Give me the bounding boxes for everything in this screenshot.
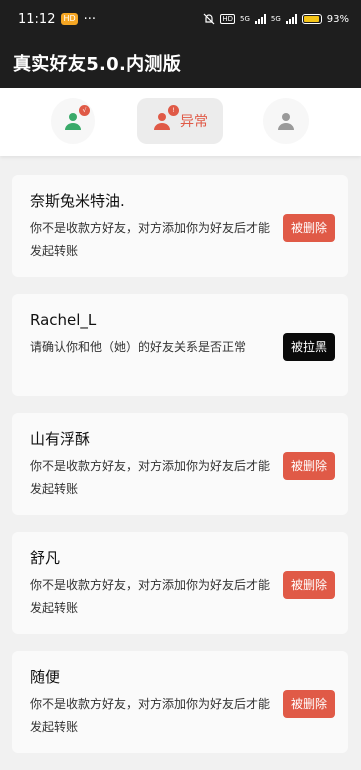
mute-bell-icon	[203, 13, 215, 25]
friend-message: 你不是收款方好友，对方添加你为好友后才能发起转账	[30, 578, 271, 615]
user-warning-icon: !	[152, 105, 179, 131]
tab-profile[interactable]	[263, 98, 309, 144]
tab-label: 异常	[180, 114, 208, 130]
more-notifications-icon: ···	[83, 11, 97, 27]
signal-label-1: 5G	[239, 15, 250, 23]
abnormal-friends-list: 奈斯兔米特油. 你不是收款方好友，对方添加你为好友后才能发起转账 被删除 Rac…	[12, 175, 348, 770]
status-deleted-button[interactable]: 被删除	[282, 214, 335, 242]
list-item: 舒凡 你不是收款方好友，对方添加你为好友后才能发起转账 被删除	[12, 532, 348, 634]
friend-name: 舒凡	[30, 549, 61, 567]
status-left: 11:12 HD ···	[18, 12, 96, 27]
status-deleted-button[interactable]: 被删除	[282, 452, 335, 480]
status-right: HD 5G 5G 93%	[203, 13, 349, 25]
hd-icon: HD	[220, 14, 235, 24]
battery-percent: 93%	[326, 13, 349, 25]
tab-friends[interactable]: √	[51, 98, 95, 144]
status-deleted-button[interactable]: 被删除	[282, 571, 335, 599]
friend-message: 你不是收款方好友，对方添加你为好友后才能发起转账	[30, 697, 271, 734]
status-deleted-button[interactable]: 被删除	[282, 690, 335, 718]
friend-message: 你不是收款方好友，对方添加你为好友后才能发起转账	[30, 459, 271, 496]
tab-bar: √ ! 异常	[0, 88, 361, 156]
notification-badge-icon: HD	[61, 13, 78, 25]
tab-badge: √	[79, 105, 90, 116]
friend-name: 山有浮酥	[30, 430, 91, 448]
tab-badge: !	[168, 105, 179, 116]
status-bar: 11:12 HD ··· HD 5G 5G 93%	[0, 0, 361, 38]
friend-name: 奈斯兔米特油.	[30, 192, 125, 210]
signal-bars-icon-2	[285, 14, 297, 24]
page-title: 真实好友5.0.内测版	[13, 54, 182, 75]
signal-bars-icon	[254, 14, 266, 24]
tab-abnormal[interactable]: ! 异常	[137, 98, 223, 144]
friend-message: 你不是收款方好友，对方添加你为好友后才能发起转账	[30, 221, 271, 258]
friend-name: Rachel_L	[30, 311, 97, 329]
signal-label-2: 5G	[270, 15, 281, 23]
user-check-icon: √	[63, 105, 90, 131]
status-time: 11:12	[18, 11, 56, 27]
app-header: 真实好友5.0.内测版	[0, 38, 361, 88]
friend-message: 请确认你和他（她）的好友关系是否正常	[30, 340, 247, 354]
list-item: 随便 你不是收款方好友，对方添加你为好友后才能发起转账 被删除	[12, 651, 348, 753]
battery-icon	[301, 14, 322, 24]
friend-name: 随便	[30, 668, 61, 686]
status-blocked-button[interactable]: 被拉黑	[282, 333, 335, 361]
list-item: Rachel_L 请确认你和他（她）的好友关系是否正常 被拉黑	[12, 294, 348, 396]
list-item: 山有浮酥 你不是收款方好友，对方添加你为好友后才能发起转账 被删除	[12, 413, 348, 515]
user-icon	[276, 111, 296, 131]
list-item: 奈斯兔米特油. 你不是收款方好友，对方添加你为好友后才能发起转账 被删除	[12, 175, 348, 277]
